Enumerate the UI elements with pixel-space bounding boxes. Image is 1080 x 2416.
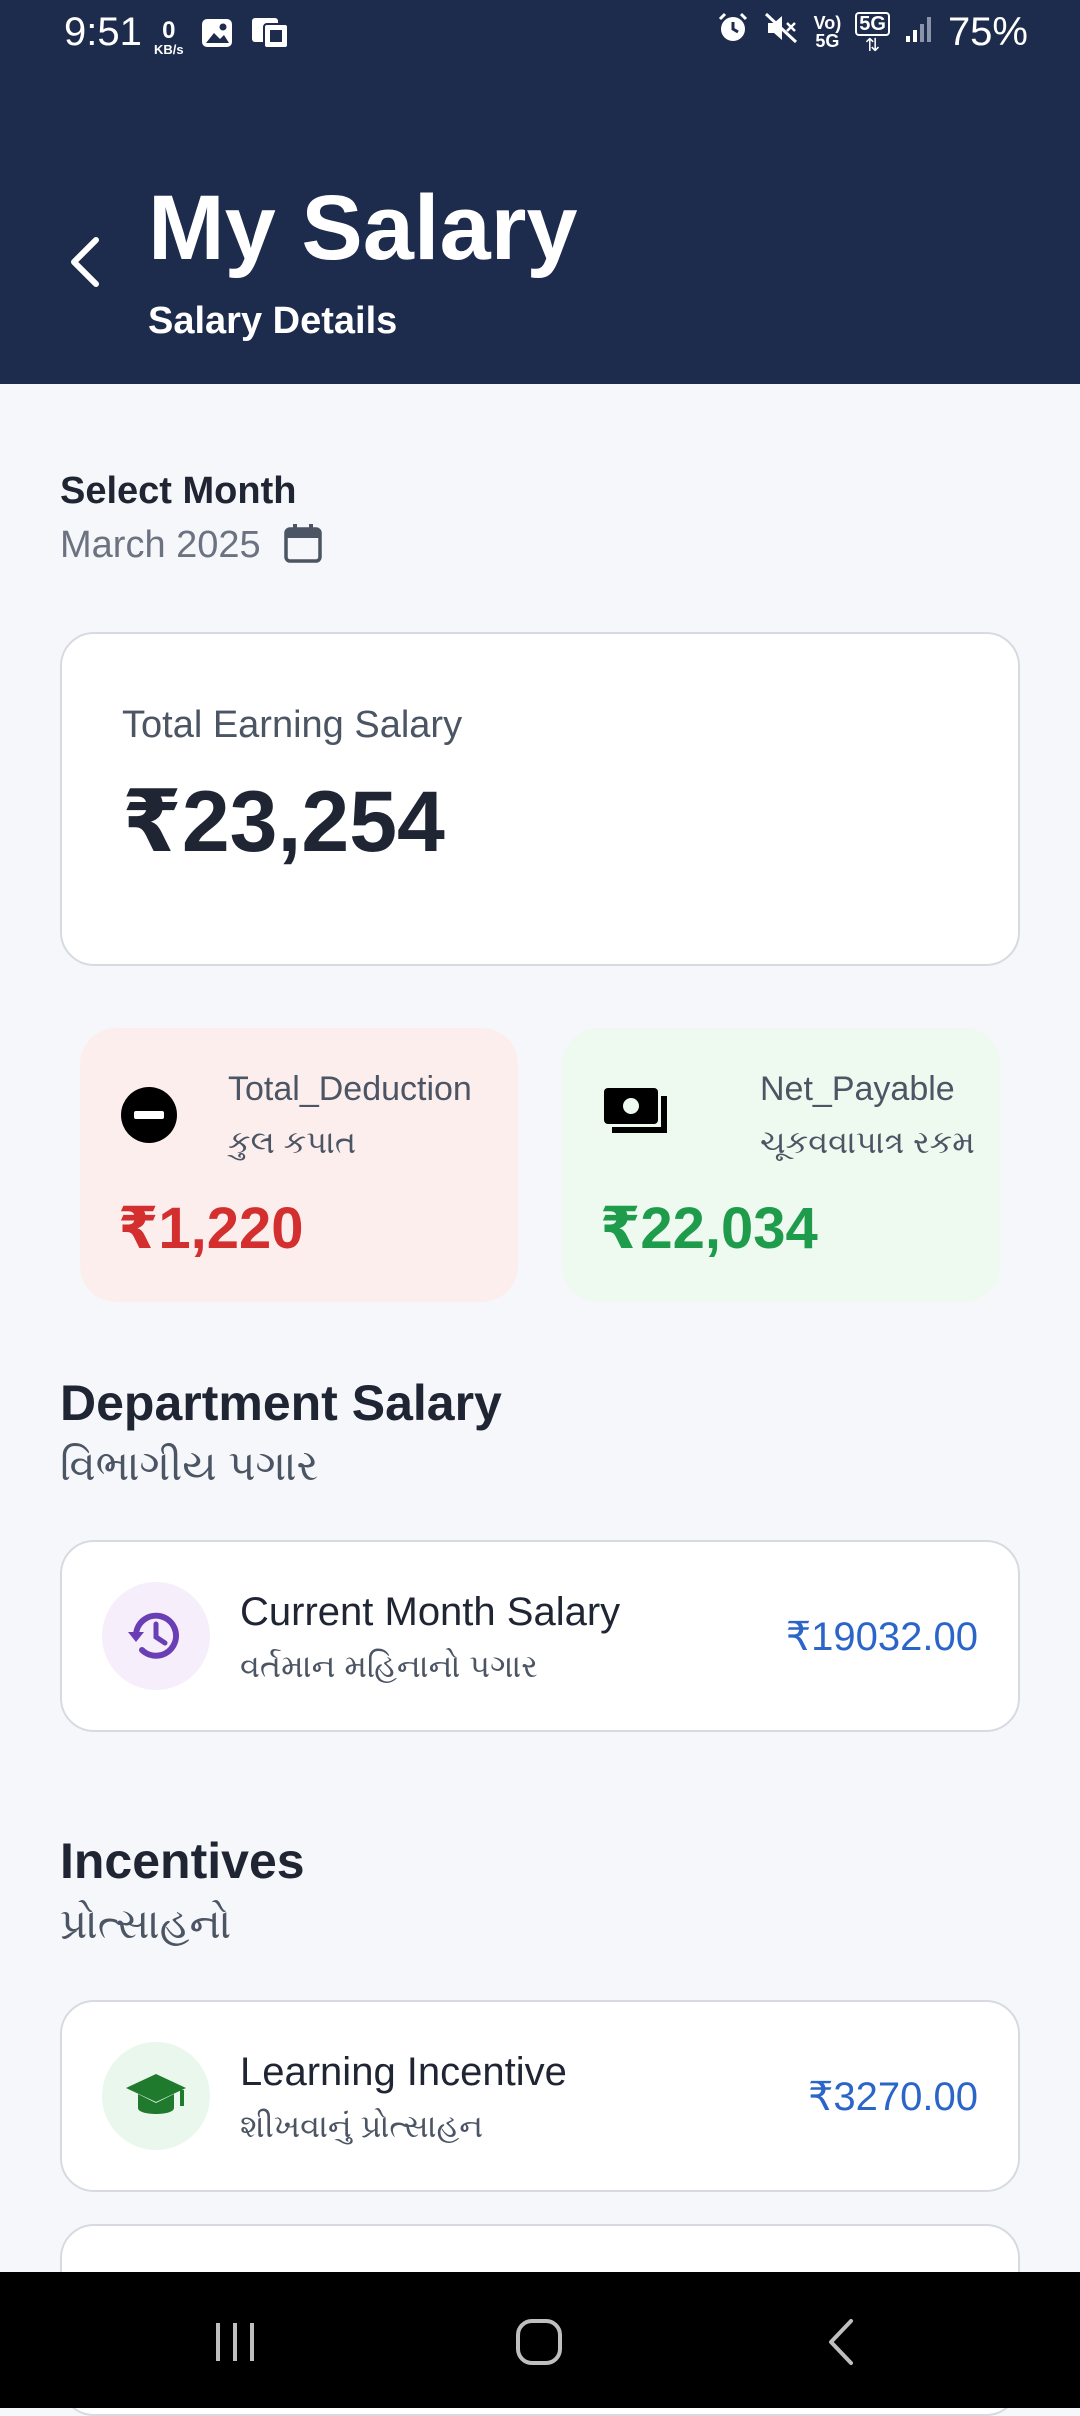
image-icon (200, 16, 234, 59)
learning-incentive-amount: ₹3270.00 (807, 2075, 978, 2119)
select-month-label: Select Month (60, 470, 297, 512)
net-payable-amount: ₹22,034 (600, 1196, 818, 1261)
data-arrows-icon: ⇅ (865, 34, 881, 55)
total-deduction-amount: ₹1,220 (118, 1196, 304, 1261)
current-month-salary-row[interactable]: Current Month Salary વર્તમાન મહિનાનો પગા… (60, 1540, 1020, 1732)
calendar-icon[interactable] (283, 522, 323, 569)
total-deduction-sublabel: કુલ કપાત (228, 1124, 357, 1160)
app-header: 9:51 0 KB/s Vo) 5G 5G ⇅ 75% My Salary Sa… (0, 0, 1080, 384)
page-subtitle: Salary Details (148, 300, 398, 342)
status-time: 9:51 (64, 10, 142, 54)
sim-icon (250, 14, 290, 60)
net-speed-unit: KB/s (154, 41, 184, 57)
learning-incentive-subtitle: શીખવાનું પ્રોત્સાહન (240, 2108, 484, 2144)
page-title: My Salary (148, 177, 578, 279)
net-payable-label: Net_Payable (760, 1070, 955, 1108)
graduation-cap-icon (102, 2042, 210, 2150)
alarm-icon (716, 11, 750, 55)
system-nav-bar (0, 2272, 1080, 2408)
back-icon (829, 2319, 853, 2365)
status-bar: 9:51 0 KB/s Vo) 5G 5G ⇅ 75% (0, 0, 1080, 66)
incentives-subtitle: પ્રોત્સાહનો (60, 1900, 232, 1947)
selected-month: March 2025 (60, 524, 261, 566)
nav-back-button[interactable] (796, 2302, 886, 2382)
volte-icon: Vo) 5G (813, 13, 842, 51)
incentives-title: Incentives (60, 1833, 305, 1889)
current-month-salary-title: Current Month Salary (240, 1590, 621, 1634)
current-month-salary-subtitle: વર્તમાન મહિનાનો પગાર (240, 1648, 538, 1684)
status-right-icons: Vo) 5G 5G ⇅ 75% (716, 10, 1028, 55)
net-payable-sublabel: ચૂકવવાપાત્ર રકમ (760, 1124, 975, 1160)
net-speed-icon: 0 KB/s (154, 16, 184, 57)
back-button[interactable] (58, 230, 110, 294)
home-icon (516, 2319, 562, 2365)
5g-icon: 5G ⇅ (855, 11, 890, 55)
mute-icon (764, 11, 800, 55)
department-salary-title: Department Salary (60, 1375, 502, 1431)
status-left-icons: 0 KB/s (154, 14, 290, 60)
current-month-salary-amount: ₹19032.00 (785, 1615, 978, 1659)
total-deduction-card[interactable]: Total_Deduction કુલ કપાત ₹1,220 (80, 1028, 518, 1302)
total-earning-label: Total Earning Salary (122, 704, 463, 746)
minus-circle-icon (120, 1086, 178, 1149)
total-earning-card: Total Earning Salary ₹23,254 (60, 632, 1020, 966)
home-button[interactable] (494, 2302, 584, 2382)
total-deduction-label: Total_Deduction (228, 1070, 472, 1108)
month-picker[interactable]: March 2025 (60, 522, 323, 569)
recents-icon (216, 2323, 254, 2361)
5g-label: 5G (855, 11, 890, 36)
net-payable-card[interactable]: Net_Payable ચૂકવવાપાત્ર રકમ ₹22,034 (562, 1028, 1000, 1302)
cash-icon (602, 1086, 668, 1143)
total-earning-amount: ₹23,254 (122, 774, 445, 870)
battery-level: 75% (947, 10, 1028, 54)
signal-icon (904, 11, 934, 54)
learning-incentive-row[interactable]: Learning Incentive શીખવાનું પ્રોત્સાહન ₹… (60, 2000, 1020, 2192)
learning-incentive-title: Learning Incentive (240, 2050, 567, 2094)
chevron-left-icon (71, 237, 99, 287)
history-icon (102, 1582, 210, 1690)
department-salary-subtitle: વિભાગીય પગાર (60, 1442, 319, 1489)
net-speed-value: 0 (162, 16, 176, 44)
recents-button[interactable] (190, 2302, 280, 2382)
